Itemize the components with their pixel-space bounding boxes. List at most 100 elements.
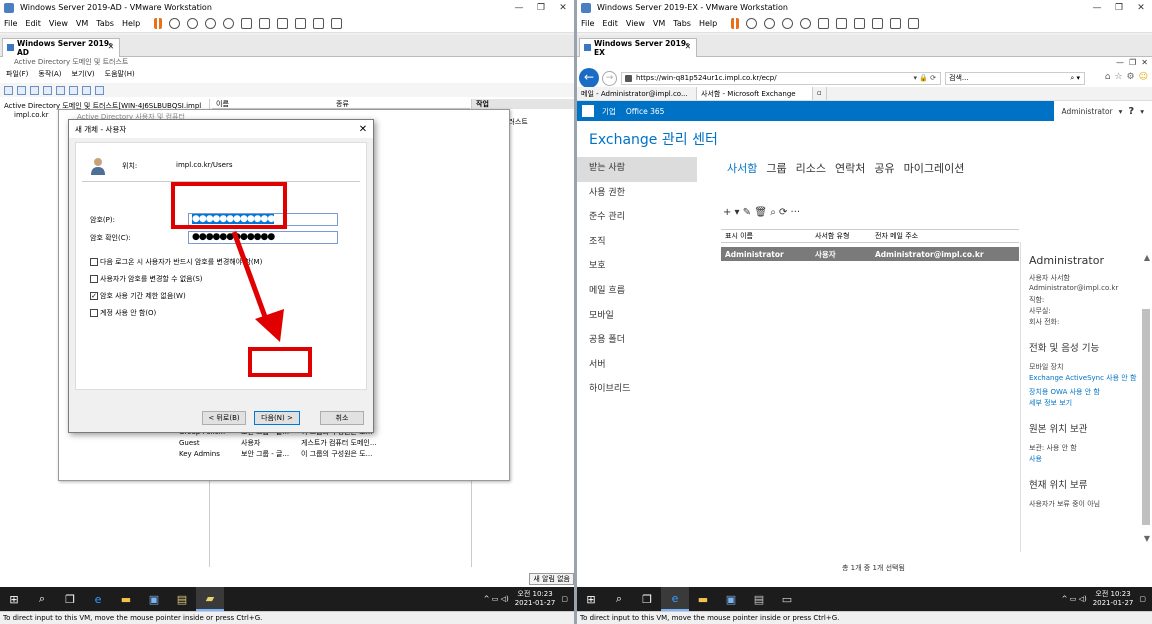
close-tab-icon[interactable]: ✕: [685, 42, 691, 51]
chevron-down-icon[interactable]: ▾: [1119, 107, 1123, 116]
col-mailbox-type[interactable]: 사서함 유형: [811, 231, 871, 241]
chevron-down-icon[interactable]: ▾: [1140, 107, 1144, 116]
send-ctrl-alt-del-icon[interactable]: [746, 18, 758, 29]
menu-tabs[interactable]: Tabs: [673, 19, 691, 28]
tab-migration[interactable]: 마이그레이션: [904, 160, 965, 176]
clock[interactable]: 오전 10:23 2021-01-27: [1093, 590, 1134, 608]
minimize-button[interactable]: —: [508, 3, 530, 13]
thumbnail-icon[interactable]: [836, 18, 848, 29]
menu-vm[interactable]: VM: [76, 19, 88, 28]
explorer-icon[interactable]: ▬: [689, 587, 717, 611]
maximize-button[interactable]: ❐: [530, 3, 552, 13]
nav-public-folders[interactable]: 공용 폴더: [577, 329, 697, 354]
details-link[interactable]: 세부 정보 보기: [1029, 398, 1152, 409]
table-row[interactable]: Administrator 사용자 Administrator@impl.co.…: [721, 247, 1019, 261]
ad-tool-icon[interactable]: ▤: [168, 587, 196, 611]
start-icon[interactable]: ⊞: [0, 587, 28, 611]
close-tab-icon[interactable]: ✕: [108, 42, 114, 51]
browser-window-controls[interactable]: — ❐ ✕: [1116, 58, 1148, 67]
pause-icon[interactable]: [154, 18, 163, 29]
menu-edit[interactable]: Edit: [602, 19, 618, 28]
console-icon[interactable]: [313, 18, 325, 29]
powershell-icon[interactable]: ▭: [773, 587, 801, 611]
revert-snapshot-icon[interactable]: [782, 18, 794, 29]
minimize-button[interactable]: —: [1086, 3, 1108, 13]
server-manager-icon[interactable]: ▣: [140, 587, 168, 611]
nav-recipients[interactable]: 받는 사람: [577, 157, 697, 182]
tab-groups[interactable]: 그룹: [766, 160, 786, 176]
menu-vm[interactable]: VM: [653, 19, 665, 28]
scrollbar[interactable]: [1142, 309, 1150, 525]
forward-button[interactable]: →: [602, 71, 617, 86]
notification-icon[interactable]: ▢: [561, 595, 568, 603]
send-ctrl-alt-del-icon[interactable]: [169, 18, 181, 29]
tab-shared[interactable]: 공유: [874, 160, 894, 176]
smiley-icon[interactable]: ☺: [1139, 72, 1148, 82]
nav-protection[interactable]: 보호: [577, 255, 697, 280]
tab-mailboxes[interactable]: 사서함: [727, 160, 757, 176]
snapshot-manager-icon[interactable]: [223, 18, 235, 29]
tab-resources[interactable]: 리소스: [796, 160, 826, 176]
col-display-name[interactable]: 표시 이름: [721, 231, 811, 241]
clock[interactable]: 오전 10:23 2021-01-27: [515, 590, 556, 608]
server-manager-icon[interactable]: ▣: [717, 587, 745, 611]
notification-icon[interactable]: ▢: [1139, 595, 1146, 603]
menu-file[interactable]: File: [4, 19, 17, 28]
search-input[interactable]: 검색... ⌕ ▾: [945, 72, 1085, 85]
stretch-icon[interactable]: [331, 18, 343, 29]
owa-link[interactable]: 장치용 OWA 사용 안 함: [1029, 387, 1152, 398]
help-button[interactable]: ?: [1128, 106, 1134, 117]
address-tools-icon[interactable]: ▾ 🔒 ⟳: [913, 73, 936, 84]
snapshot-icon[interactable]: [187, 18, 199, 29]
edge-icon[interactable]: e: [84, 587, 112, 611]
library-icon[interactable]: [241, 18, 253, 29]
tab-contacts[interactable]: 연락처: [835, 160, 865, 176]
back-button[interactable]: ←: [579, 68, 599, 88]
nav-hybrid[interactable]: 하이브리드: [577, 378, 697, 403]
explorer-icon[interactable]: ▬: [112, 587, 140, 611]
tab-mail[interactable]: 메일 - Administrator@impl.co...: [577, 87, 697, 100]
edge-icon[interactable]: e: [661, 587, 689, 611]
home-icon[interactable]: ⌂: [1105, 72, 1111, 82]
tray-icons[interactable]: ^ ▭ ◁): [1062, 595, 1087, 603]
menu-view[interactable]: View: [626, 19, 645, 28]
address-bar[interactable]: https://win-q81p524ur1c.impl.co.kr/ecp/ …: [621, 72, 941, 85]
col-email[interactable]: 전자 메일 주소: [871, 231, 1019, 241]
vm-tab[interactable]: Windows Server 2019-EX ✕: [579, 38, 697, 57]
full-screen-icon[interactable]: [854, 18, 866, 29]
close-button[interactable]: ✕: [1130, 3, 1152, 13]
unity-icon[interactable]: [295, 18, 307, 29]
unity-icon[interactable]: [872, 18, 884, 29]
nav-mail-flow[interactable]: 메일 흐름: [577, 280, 697, 305]
exchange-tool-icon[interactable]: ▤: [745, 587, 773, 611]
task-view-icon[interactable]: ❐: [56, 587, 84, 611]
nav-permissions[interactable]: 사용 권한: [577, 182, 697, 207]
nav-compliance[interactable]: 준수 관리: [577, 206, 697, 231]
nav-organization[interactable]: 조직: [577, 231, 697, 256]
menu-edit[interactable]: Edit: [25, 19, 41, 28]
new-tab-icon[interactable]: ▫: [813, 87, 827, 100]
menu-help[interactable]: Help: [122, 19, 140, 28]
menu-view[interactable]: View: [49, 19, 68, 28]
archive-enable-link[interactable]: 사용: [1029, 454, 1152, 465]
start-icon[interactable]: ⊞: [577, 587, 605, 611]
search-icon[interactable]: ⌕ ▾: [1070, 73, 1080, 84]
close-button[interactable]: ✕: [552, 3, 574, 13]
search-icon[interactable]: ⌕: [605, 587, 633, 611]
scroll-up-icon[interactable]: ▲: [1144, 253, 1150, 262]
console-icon[interactable]: [890, 18, 902, 29]
full-screen-icon[interactable]: [277, 18, 289, 29]
ad-users-taskbar-icon[interactable]: ▰: [196, 587, 224, 611]
user-name[interactable]: Administrator: [1062, 107, 1113, 116]
tab-mailbox[interactable]: 사서함 - Microsoft Exchange: [697, 87, 813, 100]
menu-file[interactable]: File: [581, 19, 594, 28]
o365-label[interactable]: Office 365: [626, 107, 665, 116]
nav-mobile[interactable]: 모바일: [577, 305, 697, 330]
menu-tabs[interactable]: Tabs: [96, 19, 114, 28]
snapshot-manager-icon[interactable]: [800, 18, 812, 29]
list-toolbar[interactable]: + ▾ ✎ 🗑 ⌕ ⟳ ···: [723, 207, 800, 218]
favorites-icon[interactable]: ☆: [1114, 72, 1122, 82]
pause-icon[interactable]: [731, 18, 740, 29]
library-icon[interactable]: [818, 18, 830, 29]
snapshot-icon[interactable]: [764, 18, 776, 29]
